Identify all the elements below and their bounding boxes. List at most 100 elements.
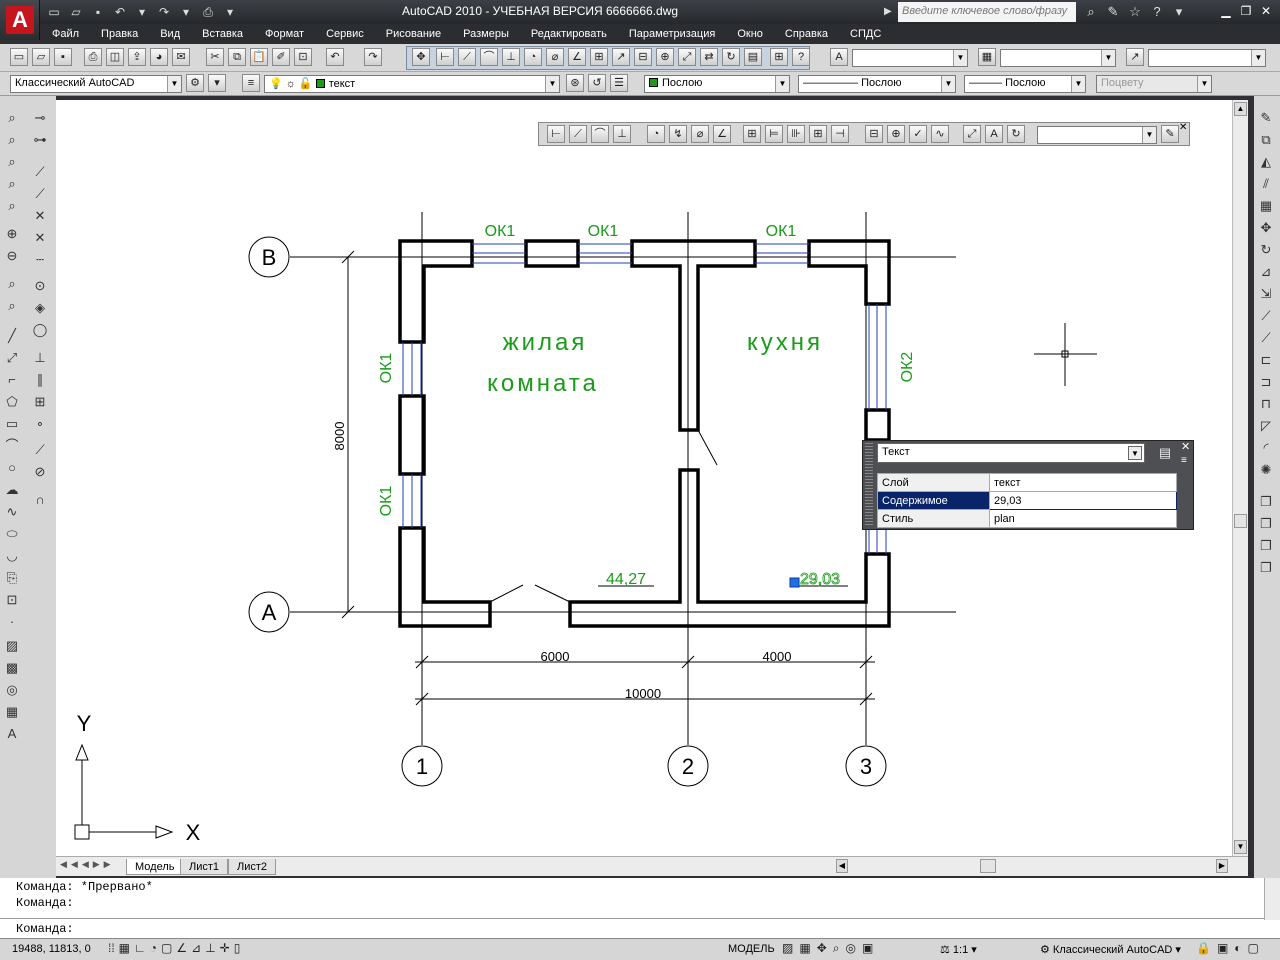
lineweight-combo[interactable]: ——— Послою ▼ [964,75,1086,93]
jogged-linear-icon[interactable]: ∿ [931,125,949,143]
plot-icon[interactable]: ⎙ [198,3,218,21]
menu-window[interactable]: Окно [725,24,773,44]
close-icon[interactable]: ✕ [1179,123,1189,133]
center-mark-icon[interactable]: ⊕ [887,125,905,143]
dim-baseline-icon[interactable]: ⊨ [765,125,783,143]
dim-update-icon[interactable]: ↻ [1007,125,1025,143]
dim-jogged-icon[interactable]: ↯ [669,125,687,143]
clean-screen-icon[interactable]: ▢ [1248,941,1259,955]
dim-arc-icon[interactable]: ⌒ [480,48,498,66]
grip-handle[interactable] [789,577,800,588]
snap-extension-icon[interactable]: ┄ [30,250,50,270]
menu-dimension[interactable]: Размеры [451,24,519,44]
dimstyle-icon[interactable]: ▤ [744,48,762,66]
xline-icon[interactable]: ⤢ [2,348,22,368]
close-icon[interactable]: ✕ [1258,2,1274,20]
matchprop-icon[interactable]: ✐ [272,48,290,66]
tab-layout2[interactable]: Лист2 [228,859,277,875]
qat-dropdown-icon[interactable]: ▾ [220,3,240,21]
tablestyle-icon[interactable]: ▦ [978,48,996,66]
table-icon[interactable]: ▦ [2,702,22,722]
help-dropdown-icon[interactable]: ▾ [1168,2,1190,22]
dim-angular-icon[interactable]: ∠ [568,48,586,66]
undo-icon[interactable]: ↶ [326,48,344,66]
dim-linear-icon[interactable]: ⊢ [436,48,454,66]
model-space-label[interactable]: МОДЕЛЬ [728,943,775,955]
zoom-window-icon[interactable]: ⌕ [2,130,22,150]
qnew-icon[interactable]: ▭ [10,48,28,66]
vertical-scrollbar[interactable]: ▲ ▼ [1232,100,1248,856]
grid-icon[interactable]: ▦ [119,941,130,955]
command-window[interactable]: Команда: *Прервано* Команда: Команда: [0,878,1280,938]
snap-apparent-icon[interactable]: ✕ [30,228,50,248]
revcloud-icon[interactable]: ☁ [2,480,22,500]
layer-combo[interactable]: 💡 ☼ 🔓 текст ▼ [264,75,560,93]
dim-update-icon[interactable]: ↻ [722,48,740,66]
snap-none-icon[interactable]: ⊘ [30,462,50,482]
draworder-above-icon[interactable]: ❐ [1256,536,1276,556]
zoom-out-icon[interactable]: ⊖ [2,246,22,266]
panel-menu-icon[interactable]: ≡ [1181,455,1193,467]
snap-perpendicular-icon[interactable]: ⊥ [30,348,50,368]
chamfer-icon[interactable]: ◸ [1256,416,1276,436]
qp-toggle-icon[interactable]: ▯ [234,941,241,955]
scroll-thumb[interactable] [1234,514,1247,528]
redo-dropdown-icon[interactable]: ▾ [176,3,196,21]
leader-icon[interactable]: ↗ [612,48,630,66]
join-icon[interactable]: ⊓ [1256,394,1276,414]
hscroll-thumb[interactable] [980,859,996,873]
dim-space-icon[interactable]: ⊞ [809,125,827,143]
arc-icon[interactable]: ⌒ [2,436,22,456]
snap-parallel-icon[interactable]: ∥ [30,370,50,390]
minimize-icon[interactable]: ▁ [1218,2,1234,20]
room-area-selected[interactable]: 29,03 [800,571,841,589]
open-icon[interactable]: ▱ [66,3,86,21]
ellipse-icon[interactable]: ⬭ [2,524,22,544]
explode-icon[interactable]: ✺ [1256,460,1276,480]
save-icon[interactable]: ▪ [54,48,72,66]
annotation-scale[interactable]: ⚖ 1:1 ▾ [940,943,977,956]
scroll-left-icon[interactable]: ◀ [836,859,848,873]
gradient-icon[interactable]: ▩ [2,658,22,678]
save-icon[interactable]: ▪ [88,3,108,21]
point-icon[interactable]: · [2,612,22,632]
zoom-all-icon[interactable]: ⌕ [2,274,22,294]
property-row[interactable]: Содержимое 29,03 [877,491,1177,510]
menu-format[interactable]: Формат [253,24,314,44]
scale-icon[interactable]: ⊿ [1256,262,1276,282]
snap-center-icon[interactable]: ⊙ [30,276,50,296]
snap-endpoint-icon[interactable]: ⟋ [30,162,50,182]
dimtedit-icon[interactable]: ⇄ [700,48,718,66]
object-type-select[interactable]: Текст ▼ [877,443,1145,463]
plot-icon[interactable]: ⎙ [84,48,102,66]
dim-diameter-icon[interactable]: ⌀ [691,125,709,143]
dim-aligned-icon[interactable]: ⟋ [458,48,476,66]
steeringwheel-icon[interactable]: ◎ [845,941,855,956]
showmotion-icon[interactable]: ▣ [862,941,873,956]
dim-aligned-icon[interactable]: ⟋ [569,125,587,143]
calculator-icon[interactable]: ⊞ [770,48,788,66]
snap-nearest-icon[interactable]: ⟋ [30,440,50,460]
dim-radius-icon[interactable]: ◔ [524,48,542,66]
layout-icon[interactable]: ▨ [782,941,793,956]
layer-properties-icon[interactable]: ≡ [242,74,260,92]
draworder-under-icon[interactable]: ❐ [1256,558,1276,578]
dim-ordinate-icon[interactable]: ⊥ [613,125,631,143]
textstyle-icon[interactable]: A [830,48,848,66]
scroll-up-icon[interactable]: ▲ [1234,102,1247,116]
application-menu-button[interactable]: A [0,0,40,40]
property-row[interactable]: Слой текст [877,473,1177,492]
workspace-settings-icon[interactable]: ⚙ [186,74,204,92]
help-icon[interactable]: ? [792,48,810,66]
zoom-extents-icon[interactable]: ⌕ [2,296,22,316]
color-combo[interactable]: Послою ▼ [644,75,790,93]
menu-view[interactable]: Вид [148,24,190,44]
mleaderstyle-icon[interactable]: ↗ [1126,48,1144,66]
isolate-icon[interactable]: ◐ [1234,941,1241,955]
qdim-icon[interactable]: ⊞ [590,48,608,66]
close-icon[interactable]: ✕ [1181,441,1193,453]
menu-edit[interactable]: Правка [89,24,148,44]
mtext-icon[interactable]: A [2,724,22,744]
linetype-combo[interactable]: ————— Послою ▼ [798,75,956,93]
command-scrollbar[interactable] [1264,878,1280,920]
